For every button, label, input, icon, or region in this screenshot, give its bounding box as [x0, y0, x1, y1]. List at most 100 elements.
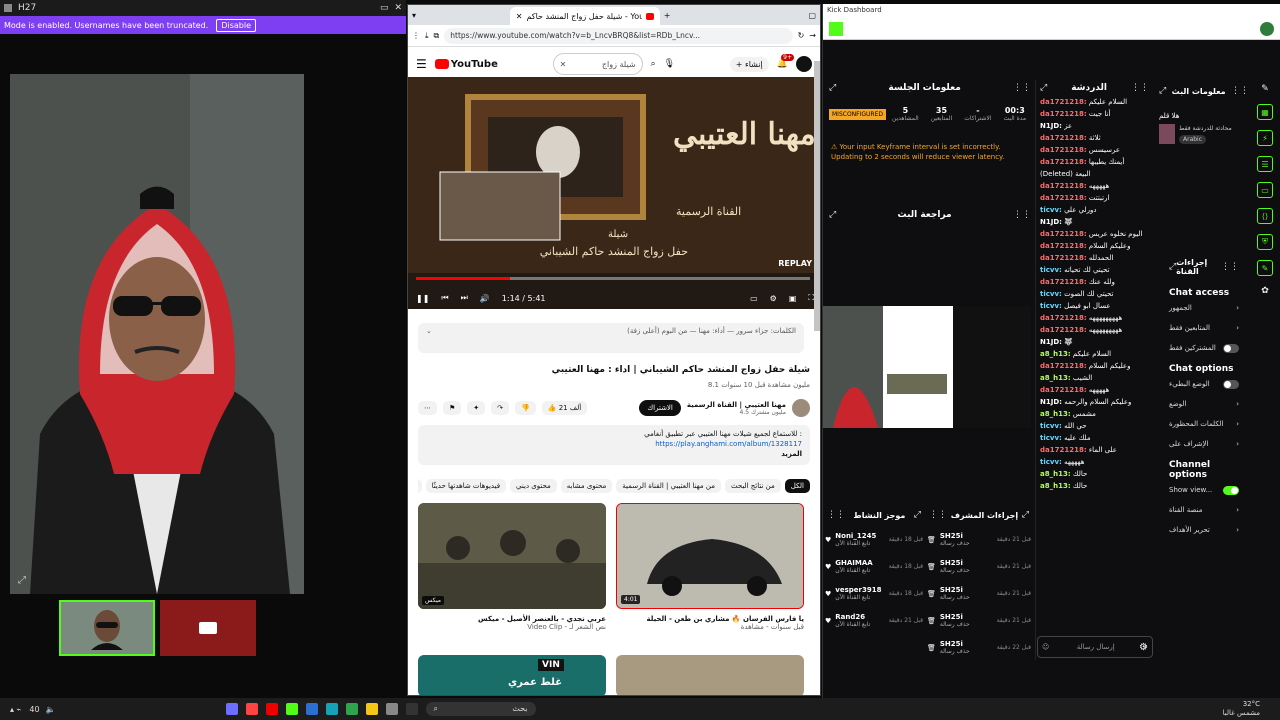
- edit-icon[interactable]: ✎: [1261, 84, 1269, 94]
- activity-username[interactable]: GHAIMAA: [835, 559, 884, 567]
- setting-toggle[interactable]: [1223, 343, 1239, 353]
- filter-chip[interactable]: من نتائج البحث: [724, 479, 781, 493]
- windows-start-icon[interactable]: [546, 703, 558, 715]
- chat-username[interactable]: da1721218:: [1040, 230, 1087, 238]
- next-icon[interactable]: ⏭: [461, 293, 468, 303]
- menu-icon[interactable]: ☰: [416, 57, 427, 71]
- channel-avatar[interactable]: [792, 399, 810, 417]
- volume-tray-icon[interactable]: 🔈: [46, 705, 56, 714]
- chat-message[interactable]: da1721218: وعليكم السلام: [1040, 240, 1149, 252]
- activity-row[interactable]: 🗑 SH25i حذف رسالة قبل 21 دقيقة: [927, 553, 1031, 580]
- drag-icon[interactable]: ⋮⋮: [929, 510, 947, 520]
- youtube-app-icon[interactable]: [265, 703, 278, 715]
- chat-username[interactable]: da1721218:: [1040, 158, 1087, 166]
- chat-message[interactable]: a8_h13: مشمس: [1040, 408, 1149, 420]
- tab-search-icon[interactable]: ▢: [808, 11, 816, 20]
- setting-row[interactable]: الوضع البطيء: [1169, 374, 1239, 394]
- minimize-icon[interactable]: ▭: [380, 3, 389, 13]
- filter-chip[interactable]: الكل: [784, 479, 810, 493]
- miniplayer-icon[interactable]: ▣: [789, 294, 797, 303]
- activity-username[interactable]: Rand26: [835, 613, 884, 621]
- wrench-icon[interactable]: ✎: [1257, 260, 1273, 276]
- expand-icon[interactable]: ⤢: [829, 210, 836, 220]
- palette-icon[interactable]: ✿: [1261, 286, 1269, 296]
- collapse-icon[interactable]: ⌄: [426, 327, 432, 335]
- taskbar-search[interactable]: ⌕ بحث: [425, 702, 536, 716]
- chat-message[interactable]: da1721218: ولله عنك: [1040, 276, 1149, 288]
- channel-name[interactable]: مهنا العتيبي | القناة الرسمية: [687, 401, 786, 409]
- app-icon[interactable]: [305, 703, 318, 715]
- subtitles-icon[interactable]: ▭: [750, 294, 758, 303]
- expand-icon[interactable]: ⤢: [1022, 510, 1029, 520]
- close-tab-icon[interactable]: ✕: [516, 12, 523, 21]
- dislike-button[interactable]: 👎: [515, 401, 536, 415]
- chat-message[interactable]: ticvv: عسال ابو فيصل: [1040, 300, 1149, 312]
- expand-icon[interactable]: ⤢: [1159, 86, 1166, 96]
- filter-chip[interactable]: شاهدتها: [418, 479, 422, 493]
- chat-message[interactable]: N1JD: عز: [1040, 120, 1149, 132]
- show-viewers-toggle[interactable]: [1223, 485, 1239, 495]
- list-icon[interactable]: ☰: [1257, 156, 1273, 172]
- setting-row[interactable]: تحرير الأهداف ›: [1169, 520, 1239, 540]
- chat-message[interactable]: da1721218: هههههههههه: [1040, 312, 1149, 324]
- extensions-icon[interactable]: ⧉: [434, 31, 440, 41]
- chat-username[interactable]: a8_h13:: [1040, 482, 1071, 490]
- chat-username[interactable]: ticvv:: [1040, 266, 1062, 274]
- shield-icon[interactable]: ⛨: [1257, 234, 1273, 250]
- chat-message[interactable]: da1721218: هههههه: [1040, 180, 1149, 192]
- search-input[interactable]: ✕ شيلة زواج: [552, 53, 643, 75]
- chat-username[interactable]: da1721218:: [1040, 326, 1087, 334]
- pause-icon[interactable]: ❚❚: [416, 294, 429, 303]
- chat-message[interactable]: ticvv: حي الله: [1040, 420, 1149, 432]
- filter-chip[interactable]: فيديوهات شاهدتها حديثًا: [425, 479, 507, 493]
- folder-icon[interactable]: [365, 703, 378, 715]
- chat-username[interactable]: ticvv:: [1040, 302, 1062, 310]
- chat-message[interactable]: ticvv: ملك عليه: [1040, 432, 1149, 444]
- drag-icon[interactable]: ⋮⋮: [1013, 210, 1031, 220]
- chat-message[interactable]: ticvv: دورلي علي: [1040, 204, 1149, 216]
- chat-username[interactable]: da1721218:: [1040, 110, 1087, 118]
- chat-message[interactable]: da1721218: هههههه: [1040, 384, 1149, 396]
- setting-row[interactable]: الإشراف على ›: [1169, 434, 1239, 454]
- app-icon[interactable]: [325, 703, 338, 715]
- filter-chip[interactable]: من مهنا العتيبي | القناة الرسمية: [616, 479, 721, 493]
- chat-username[interactable]: da1721218:: [1040, 194, 1087, 202]
- drag-icon[interactable]: ⋮⋮: [1131, 83, 1149, 93]
- chat-input[interactable]: ☺ إرسال رسالة ➤: [1037, 636, 1153, 658]
- chat-message[interactable]: (Deleted) البيعة: [1040, 168, 1149, 180]
- video-card-title[interactable]: يا فارس الفرسان 🔥 مشاري بن طعن - الحيلة: [616, 615, 804, 623]
- comment-icon[interactable]: ▭: [1257, 182, 1273, 198]
- close-icon[interactable]: ✕: [394, 3, 402, 13]
- youtube-logo[interactable]: YouTube: [434, 59, 498, 70]
- chat-username[interactable]: N1JD:: [1040, 338, 1062, 346]
- notifications-icon[interactable]: 🔔 9+: [777, 54, 794, 69]
- app-icon[interactable]: [225, 703, 238, 715]
- like-button[interactable]: 👍 21 ألف: [541, 401, 588, 415]
- video-card-title[interactable]: عربي نجدي - بالعنصر الأصيل - ميكس: [418, 615, 606, 623]
- sparkle-icon[interactable]: ✦: [467, 401, 486, 415]
- show-viewers-setting[interactable]: Show view...: [1169, 480, 1239, 500]
- activity-row[interactable]: ♥ Rand26 تابع القناة الآن قبل 21 دقيقة: [825, 607, 923, 634]
- chat-username[interactable]: da1721218:: [1040, 182, 1087, 190]
- setting-row[interactable]: المشتركين فقط: [1169, 338, 1239, 358]
- chat-message[interactable]: da1721218: السلام عليكم: [1040, 96, 1149, 108]
- chat-message[interactable]: da1721218: اليوم نخلوه عريس: [1040, 228, 1149, 240]
- chat-message[interactable]: N1JD: 🐺: [1040, 336, 1149, 348]
- chat-username[interactable]: da1721218:: [1040, 242, 1087, 250]
- search-icon[interactable]: ⌕: [651, 59, 656, 69]
- setting-row[interactable]: الوضع ›: [1169, 394, 1239, 414]
- chat-username[interactable]: a8_h13:: [1040, 350, 1071, 358]
- chat-username[interactable]: N1JD:: [1040, 122, 1062, 130]
- chat-message[interactable]: a8_h13: الشيب: [1040, 372, 1149, 384]
- stream-preview[interactable]: [823, 306, 1031, 428]
- filter-chip[interactable]: محتوى ديني: [510, 479, 557, 493]
- disable-button[interactable]: Disable: [216, 18, 256, 32]
- chat-username[interactable]: da1721218:: [1040, 386, 1087, 394]
- share-icon[interactable]: ↷: [491, 401, 510, 415]
- desc-more[interactable]: المزيد: [426, 449, 802, 459]
- save-icon[interactable]: ⚑: [443, 401, 462, 415]
- chat-username[interactable]: N1JD:: [1040, 398, 1062, 406]
- expand-icon[interactable]: ⤢: [829, 83, 836, 93]
- setting-row[interactable]: المتابعين فقط ›: [1169, 318, 1239, 338]
- chat-username[interactable]: ticvv:: [1040, 434, 1062, 442]
